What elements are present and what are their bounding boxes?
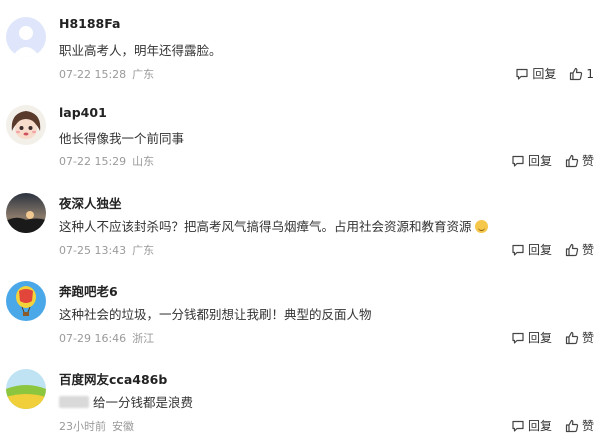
default-user-avatar-icon <box>6 17 46 57</box>
avatar[interactable] <box>6 369 46 409</box>
comment-item: 百度网友cca486b 给一分钱都是浪费 23小时前 安徽 回复 赞 <box>0 352 600 440</box>
comment-meta: 07-22 15:28 广东 <box>59 66 154 82</box>
username[interactable]: lap401 <box>59 105 107 120</box>
comment-meta: 07-22 15:29 山东 <box>59 153 154 169</box>
comment-text: 给一分钱都是浪费 <box>59 392 193 411</box>
thumbs-up-icon <box>570 67 583 80</box>
cartoon-girl-avatar-icon <box>6 105 46 145</box>
reply-icon <box>512 244 524 256</box>
comment-actions: 回复 赞 <box>511 152 594 169</box>
redacted-text <box>59 396 89 408</box>
username[interactable]: 奔跑吧老6 <box>59 281 118 300</box>
reply-label: 回复 <box>527 419 552 433</box>
comment-location: 山东 <box>132 155 155 168</box>
comment-text: 他长得像我一个前同事 <box>59 131 185 146</box>
like-button[interactable]: 1 <box>569 67 594 81</box>
green-field-avatar-icon <box>6 369 46 409</box>
username[interactable]: H8188Fa <box>59 16 121 31</box>
comment-time: 23小时前 <box>59 420 106 433</box>
reply-icon <box>516 68 528 80</box>
like-button[interactable]: 赞 <box>565 417 594 434</box>
comment-text-body: 给一分钱都是浪费 <box>92 395 193 410</box>
reply-icon <box>512 332 524 344</box>
thumbs-up-icon <box>565 154 579 167</box>
reply-label: 回复 <box>527 154 552 168</box>
comment-meta: 07-25 13:43 广东 <box>59 242 154 258</box>
like-button[interactable]: 赞 <box>565 329 594 346</box>
username[interactable]: 百度网友cca486b <box>59 369 167 388</box>
comment-text: 这种社会的垃圾，一分钱都别想让我刷！典型的反面人物 <box>59 307 372 322</box>
thumbs-up-icon <box>565 331 579 344</box>
reply-label: 回复 <box>527 331 552 345</box>
comment-location: 安徽 <box>112 420 134 433</box>
comment-item: lap401 他长得像我一个前同事 07-22 15:29 山东 回复 赞 <box>0 88 600 176</box>
avatar[interactable] <box>6 105 46 145</box>
laughing-emoji-icon <box>474 220 488 233</box>
comment-actions: 回复 赞 <box>511 417 594 434</box>
sunset-landscape-avatar-icon <box>6 193 46 233</box>
comment-item: 夜深人独坐 这种人不应该封杀吗？把高考风气搞得乌烟瘴气。占用社会资源和教育资源 … <box>0 176 600 264</box>
like-label: 赞 <box>581 154 594 168</box>
like-label: 赞 <box>581 243 594 257</box>
comment-location: 广东 <box>132 68 155 81</box>
reply-button[interactable]: 回复 <box>511 152 552 169</box>
reply-label: 回复 <box>532 67 557 81</box>
comment-actions: 回复 赞 <box>511 329 594 346</box>
comment-text: 这种人不应该封杀吗？把高考风气搞得乌烟瘴气。占用社会资源和教育资源 <box>59 216 488 235</box>
comment-location: 广东 <box>132 244 155 257</box>
hot-air-balloon-avatar-icon <box>6 281 46 321</box>
like-label: 赞 <box>581 419 594 433</box>
avatar[interactable] <box>6 17 46 57</box>
comment-item: H8188Fa 职业高考人，明年还得露脸。 07-22 15:28 广东 回复 1 <box>0 0 600 88</box>
reply-button[interactable]: 回复 <box>515 65 556 82</box>
comment-meta: 07-29 16:46 浙江 <box>59 330 154 346</box>
reply-icon <box>512 420 524 432</box>
reply-button[interactable]: 回复 <box>511 417 552 434</box>
comment-time: 07-22 15:28 <box>59 68 127 81</box>
like-count: 1 <box>586 66 594 81</box>
like-button[interactable]: 赞 <box>565 152 594 169</box>
like-button[interactable]: 赞 <box>565 241 594 258</box>
username[interactable]: 夜深人独坐 <box>59 193 122 212</box>
like-label: 赞 <box>581 331 594 345</box>
reply-button[interactable]: 回复 <box>511 241 552 258</box>
comment-time: 07-25 13:43 <box>59 244 127 257</box>
reply-icon <box>512 155 524 167</box>
comment-meta: 23小时前 安徽 <box>59 418 134 434</box>
thumbs-up-icon <box>565 419 579 432</box>
avatar[interactable] <box>6 193 46 233</box>
comment-actions: 回复 1 <box>515 65 594 82</box>
comment-time: 07-29 16:46 <box>59 332 127 345</box>
comment-text-body: 这种人不应该封杀吗？把高考风气搞得乌烟瘴气。占用社会资源和教育资源 <box>59 219 472 234</box>
avatar[interactable] <box>6 281 46 321</box>
reply-label: 回复 <box>527 243 552 257</box>
comment-actions: 回复 赞 <box>511 241 594 258</box>
comment-text: 职业高考人，明年还得露脸。 <box>59 43 222 58</box>
reply-button[interactable]: 回复 <box>511 329 552 346</box>
comment-item: 奔跑吧老6 这种社会的垃圾，一分钱都别想让我刷！典型的反面人物 07-29 16… <box>0 264 600 352</box>
thumbs-up-icon <box>565 243 579 256</box>
comment-location: 浙江 <box>132 332 155 345</box>
comment-time: 07-22 15:29 <box>59 155 127 168</box>
